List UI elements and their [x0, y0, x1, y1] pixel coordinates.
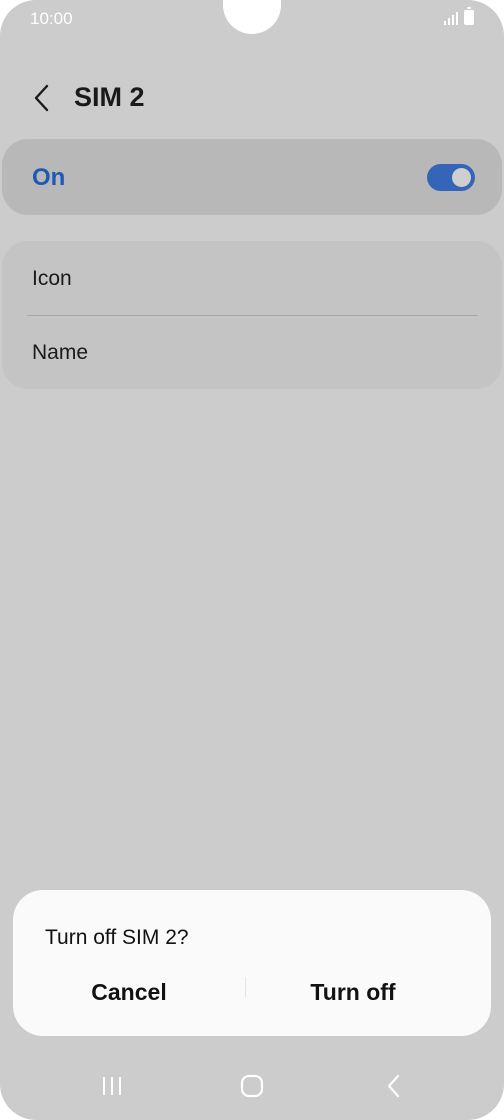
back-button[interactable]: [24, 80, 60, 116]
dialog-title: Turn off SIM 2?: [45, 926, 189, 949]
nav-back-button[interactable]: [364, 1064, 424, 1108]
settings-list: Icon Name: [2, 241, 502, 389]
sim-toggle-label: On: [32, 164, 66, 191]
home-button[interactable]: [222, 1064, 282, 1108]
toggle-knob: [452, 168, 471, 187]
sim-toggle-switch[interactable]: [427, 164, 475, 191]
turn-off-button[interactable]: Turn off: [245, 972, 461, 1012]
list-item-icon[interactable]: Icon: [32, 267, 72, 291]
home-icon: [240, 1074, 264, 1098]
sim-toggle-row[interactable]: On: [2, 139, 502, 215]
status-icons: [444, 7, 474, 25]
battery-icon: [464, 7, 474, 25]
cancel-button[interactable]: Cancel: [13, 972, 245, 1012]
turn-off-dialog: Turn off SIM 2? Cancel Turn off: [13, 890, 491, 1036]
divider: [27, 315, 478, 316]
navigation-bar: [0, 1056, 504, 1120]
header: SIM 2: [0, 70, 504, 126]
back-icon: [387, 1074, 400, 1098]
phone-screen: 10:00 SIM 2 On Icon Name Turn off SIM 2?…: [0, 0, 504, 1120]
chevron-left-icon: [34, 84, 49, 112]
list-item-name[interactable]: Name: [32, 341, 88, 365]
recent-apps-button[interactable]: [82, 1064, 142, 1108]
status-time: 10:00: [30, 9, 73, 28]
recent-apps-icon: [103, 1077, 121, 1095]
page-title: SIM 2: [74, 82, 145, 112]
signal-icon: [444, 11, 458, 25]
